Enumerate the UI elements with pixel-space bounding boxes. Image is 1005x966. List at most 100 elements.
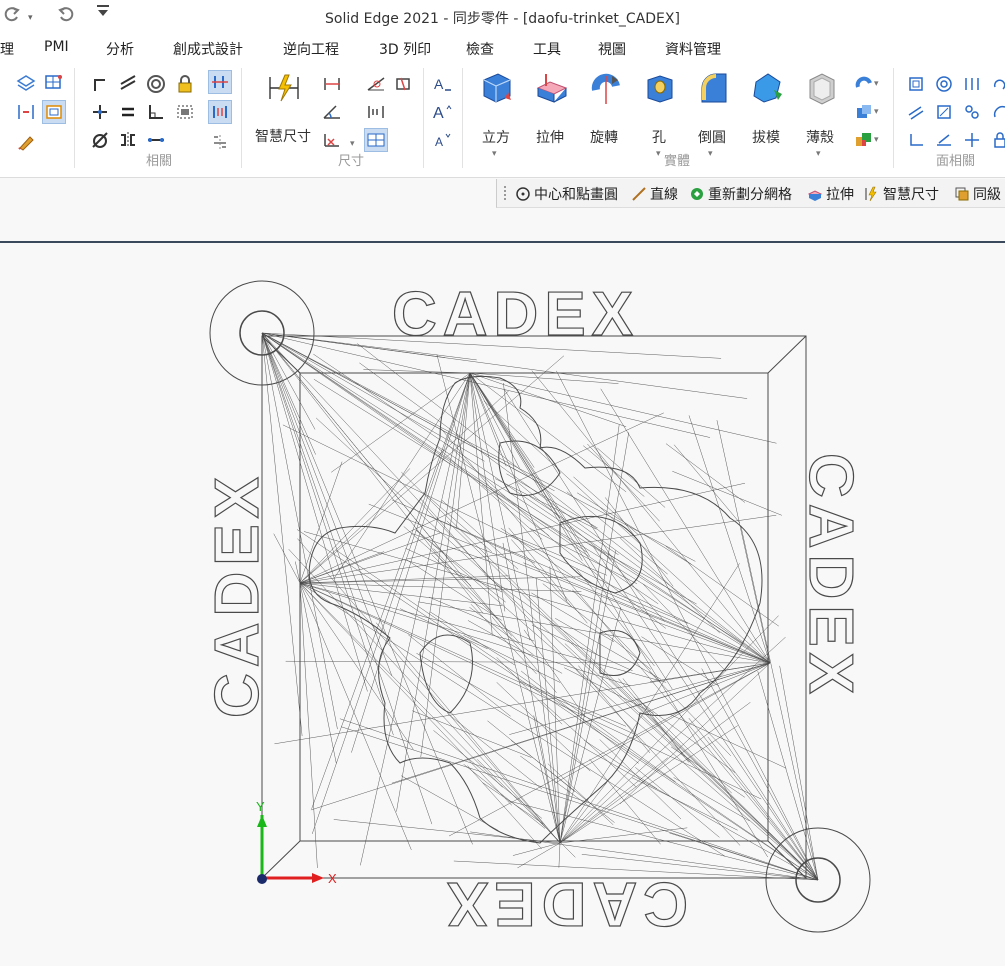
thin-wall-label[interactable]: 薄殼 xyxy=(806,127,834,147)
tab-generative-design[interactable]: 創成式設計 xyxy=(173,39,243,59)
tab-pmi[interactable]: PMI xyxy=(44,39,69,55)
graphics-viewport[interactable]: CADEX CADEX CADEX CADEX Y X xyxy=(0,243,1005,966)
frame-select-icon[interactable] xyxy=(42,100,66,124)
perpendicular-icon[interactable] xyxy=(144,100,168,124)
boolean-icon[interactable] xyxy=(852,128,876,152)
intersect-icon[interactable] xyxy=(88,100,112,124)
command-line[interactable]: 直線 xyxy=(631,184,678,204)
concentric-face-icon[interactable] xyxy=(932,72,956,96)
chevron-down-icon[interactable]: ▾ xyxy=(816,148,821,159)
grip-handle[interactable] xyxy=(504,186,507,200)
pencil-icon[interactable] xyxy=(14,130,38,154)
draft-label[interactable]: 拔模 xyxy=(752,127,780,147)
pattern-icon[interactable] xyxy=(852,100,876,124)
rotate-face-icon[interactable] xyxy=(988,72,1005,96)
cadex-text-left: CADEX xyxy=(203,471,272,718)
chevron-down-icon[interactable]: ▾ xyxy=(708,148,713,159)
corner-icon[interactable] xyxy=(88,72,112,96)
rigid-set-icon[interactable] xyxy=(173,100,197,124)
parallel-face-icon[interactable] xyxy=(904,100,928,124)
separator xyxy=(893,68,894,168)
command-same-level[interactable]: 同級 xyxy=(954,184,1001,204)
aligned-face-icon[interactable] xyxy=(932,128,956,152)
extrude-label[interactable]: 拉伸 xyxy=(536,127,564,147)
relation-helper-icon[interactable] xyxy=(208,130,232,154)
mesh-model-view[interactable]: CADEX CADEX CADEX CADEX Y X xyxy=(0,243,1005,966)
chevron-down-icon[interactable]: ▾ xyxy=(874,106,879,117)
horizontal-vertical-icon[interactable] xyxy=(144,128,168,152)
command-label: 重新劃分網格 xyxy=(708,187,792,203)
fixed-face-icon[interactable] xyxy=(960,128,984,152)
command-remesh[interactable]: 重新劃分網格 xyxy=(689,184,792,204)
cube-label[interactable]: 立方 xyxy=(482,127,510,147)
angular-coordinate-icon[interactable] xyxy=(364,72,388,96)
round-icon[interactable] xyxy=(696,70,732,106)
separator xyxy=(462,68,463,168)
chevron-down-icon[interactable]: ▾ xyxy=(492,148,497,159)
coplanar-icon[interactable] xyxy=(904,72,928,96)
tangent-icon[interactable] xyxy=(88,128,112,152)
symmetric-icon[interactable] xyxy=(116,128,140,152)
parallel-icon[interactable] xyxy=(116,72,140,96)
tangent-face-icon[interactable] xyxy=(960,100,984,124)
round-label[interactable]: 倒圓 xyxy=(698,127,726,147)
equal-icon[interactable] xyxy=(116,100,140,124)
svg-text:A: A xyxy=(435,135,443,149)
svg-text:A: A xyxy=(433,105,444,121)
angle-dimension-icon[interactable] xyxy=(320,100,344,124)
extrude-icon[interactable] xyxy=(534,70,570,106)
tab-analysis[interactable]: 分析 xyxy=(106,39,134,59)
title-bar: ▾ Solid Edge 2021 - 同步零件 - [daofu-trinke… xyxy=(0,0,1005,34)
svg-text:A: A xyxy=(434,76,444,92)
tab-tools[interactable]: 工具 xyxy=(533,39,561,59)
hole-icon[interactable] xyxy=(642,70,678,106)
perpendicular-face-icon[interactable] xyxy=(904,128,928,152)
cube-icon[interactable] xyxy=(478,70,514,106)
tab-reverse-engineering[interactable]: 逆向工程 xyxy=(283,39,339,59)
symmetric-face-icon[interactable] xyxy=(960,72,984,96)
tab-view[interactable]: 視圖 xyxy=(598,39,626,59)
remesh-icon xyxy=(691,188,703,200)
symmetric-diameter-icon[interactable] xyxy=(392,72,416,96)
hole-label[interactable]: 孔 xyxy=(652,127,666,147)
thin-wall-icon[interactable] xyxy=(804,70,840,106)
equal-radius-icon[interactable] xyxy=(988,100,1005,124)
smart-dimension-label[interactable]: 智慧尺寸 xyxy=(255,126,311,146)
tab-inspect[interactable]: 檢查 xyxy=(466,39,494,59)
lock-icon[interactable] xyxy=(173,72,197,96)
offset-face-icon[interactable] xyxy=(932,100,956,124)
chevron-down-icon[interactable]: ▾ xyxy=(656,148,661,159)
smart-dimension-icon[interactable] xyxy=(267,72,301,104)
command-label: 智慧尺寸 xyxy=(883,187,939,203)
revolve-label[interactable]: 旋轉 xyxy=(590,127,618,147)
command-smart-dimension[interactable]: 智慧尺寸 xyxy=(864,184,939,204)
dimension-handle-icon[interactable] xyxy=(208,100,232,124)
revolve-icon[interactable] xyxy=(588,70,624,106)
lock-face-icon[interactable] xyxy=(988,128,1005,152)
command-extrude[interactable]: 拉伸 xyxy=(807,184,854,204)
chevron-down-icon[interactable]: ▾ xyxy=(874,134,879,145)
tab-data-management[interactable]: 資料管理 xyxy=(665,39,721,59)
concentric-icon[interactable] xyxy=(144,72,168,96)
dimension-table-icon[interactable] xyxy=(364,128,388,152)
chevron-down-icon[interactable]: ▾ xyxy=(350,138,355,149)
coordinate-dimension-icon[interactable] xyxy=(320,128,344,152)
mirror-icon[interactable] xyxy=(852,72,876,96)
increase-font-icon[interactable]: A xyxy=(430,100,454,124)
grid-edit-icon[interactable] xyxy=(42,70,66,94)
draft-icon[interactable] xyxy=(750,70,786,106)
distance-between-icon[interactable] xyxy=(320,72,344,96)
group-label-dimension: 尺寸 xyxy=(338,154,365,169)
layer-icon[interactable] xyxy=(14,70,38,94)
cadex-text-top: CADEX xyxy=(392,280,639,349)
tab-partial[interactable]: 理 xyxy=(0,39,14,59)
tab-3d-print[interactable]: 3D 列印 xyxy=(379,39,431,59)
align-icon[interactable] xyxy=(14,100,38,124)
chevron-down-icon[interactable]: ▾ xyxy=(874,78,879,89)
relationship-handle-icon[interactable] xyxy=(208,70,232,94)
text-style-icon[interactable]: A xyxy=(430,72,454,96)
rule-dimension-icon[interactable] xyxy=(364,100,388,124)
command-circle-center-point[interactable]: 中心和點畫圓 xyxy=(515,184,618,204)
decrease-font-icon[interactable]: A xyxy=(430,128,454,152)
window-title: Solid Edge 2021 - 同步零件 - [daofu-trinket_… xyxy=(325,11,680,27)
